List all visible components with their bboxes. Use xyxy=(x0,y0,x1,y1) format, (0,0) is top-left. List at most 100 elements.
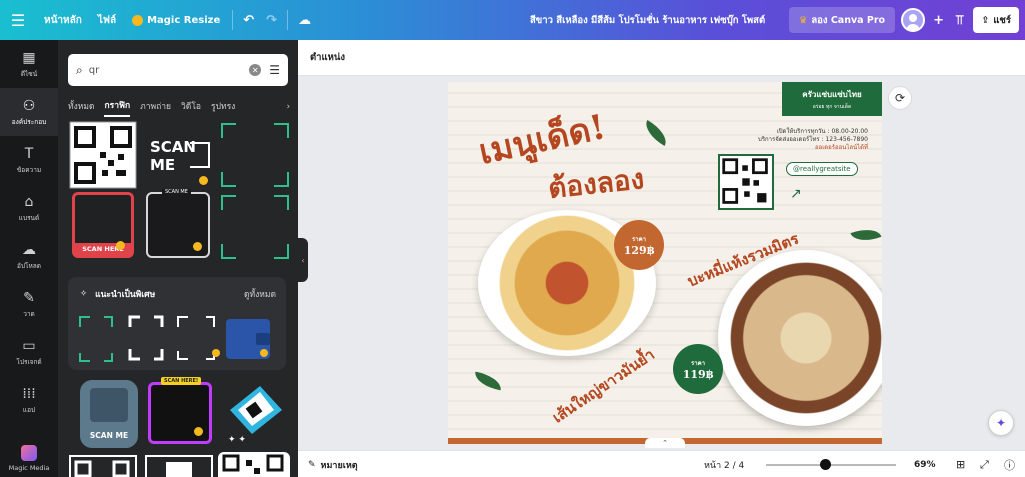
tab-shapes[interactable]: รูปทรง xyxy=(211,99,235,116)
tab-graphics[interactable]: กราฟิก xyxy=(104,98,131,117)
graphic-tile[interactable]: ✦ ✦ xyxy=(220,380,290,448)
rail-item-brand[interactable]: ⌂ แบรนด์ xyxy=(0,184,58,232)
crown-icon: ♛ xyxy=(798,14,808,26)
opening-hours: เปิดให้บริการทุกวัน : 08.00-20.00 xyxy=(776,128,868,135)
brand-icon: ⌂ xyxy=(24,193,34,210)
try-pro-button[interactable]: ♛ ลอง Canva Pro xyxy=(788,7,896,33)
magic-assistant-button[interactable]: ✦ xyxy=(988,410,1014,436)
undo-icon[interactable]: ↶ xyxy=(237,0,260,40)
rail-item-magic-media[interactable]: Magic Media xyxy=(0,439,58,477)
graphic-tile[interactable]: SCAN HERE! xyxy=(148,377,212,444)
crown-icon xyxy=(193,242,202,251)
topbar-right: ♛ ลอง Canva Pro + ⫪ ⇪ แชร์ xyxy=(788,0,1019,40)
design-page[interactable]: ครัวแซ่บแซ่บไทย อร่อย ทุก จานเด็ด เมนูเด… xyxy=(448,82,882,444)
file-menu[interactable]: ไฟล์ xyxy=(90,0,124,40)
graphic-tile[interactable]: SCAN ME xyxy=(144,120,214,190)
filter-icon[interactable]: ☰ xyxy=(269,63,280,77)
tab-photos[interactable]: ภาพถ่าย xyxy=(140,99,171,116)
basil-leaf xyxy=(850,223,882,247)
add-collaborator-icon[interactable]: + xyxy=(931,0,946,40)
price-value: 119฿ xyxy=(682,367,714,381)
price-label: ราคา xyxy=(691,359,705,367)
redo-icon[interactable]: ↷ xyxy=(260,0,283,40)
rail-item-label: แบรนด์ xyxy=(18,213,40,222)
rail-item-apps[interactable]: ⁞⁞⁞ แอป xyxy=(0,376,58,424)
upload-icon: ☁ xyxy=(22,241,36,258)
notes-button[interactable]: ✎ หมายเหตุ xyxy=(308,451,358,477)
graphic-tile[interactable] xyxy=(218,452,290,477)
basil-leaf xyxy=(640,119,672,147)
graphic-tile[interactable]: SCAN ME xyxy=(146,189,210,258)
price-value: 129฿ xyxy=(623,243,655,257)
crown-icon xyxy=(194,427,203,436)
qr-code-icon xyxy=(718,154,774,210)
scan-here-label: SCAN HERE! xyxy=(161,377,202,385)
text-icon: T xyxy=(24,145,34,162)
store-info: เปิดให้บริการทุกวัน : 08.00-20.00 บริการ… xyxy=(748,128,868,152)
refresh-icon[interactable]: ⟳ xyxy=(888,86,912,110)
phone-scan-icon: ✦ ✦ xyxy=(228,386,282,445)
rail-item-label: Magic Media xyxy=(8,463,50,472)
price-label: ราคา xyxy=(632,235,646,243)
search-input[interactable]: ⌕ qr ✕ ☰ xyxy=(68,54,288,86)
fullscreen-icon[interactable]: ⤢ xyxy=(980,451,989,477)
upload-icon: ⇪ xyxy=(981,14,990,26)
toolbar-divider xyxy=(287,10,289,30)
qr-code-icon xyxy=(222,454,284,474)
share-button[interactable]: ⇪ แชร์ xyxy=(973,7,1019,33)
headline-try: ต้องลอง xyxy=(546,162,646,205)
rail-item-design[interactable]: ▦ ดีไซน์ xyxy=(0,40,58,88)
rail-item-upload[interactable]: ☁ อัปโหลด xyxy=(0,232,58,280)
elements-icon: ⚇ xyxy=(22,97,36,114)
rail-item-draw[interactable]: ✎ วาด xyxy=(0,280,58,328)
magic-resize-button[interactable]: Magic Resize xyxy=(124,0,228,40)
scan-me-label: SCAN ME xyxy=(162,189,191,195)
rail-item-label: ข้อความ xyxy=(16,165,42,174)
graphic-tile[interactable] xyxy=(144,452,214,477)
crown-icon xyxy=(132,14,144,26)
tab-videos[interactable]: วิดีโอ xyxy=(181,99,201,116)
noodle-bowl-photo xyxy=(718,250,882,426)
see-all-link[interactable]: ดูทั้งหมด xyxy=(244,287,276,301)
cloud-save-icon[interactable]: ☁ xyxy=(292,0,317,40)
rail-item-label: ดีไซน์ xyxy=(20,69,38,78)
rail-item-label: องค์ประกอบ xyxy=(11,117,47,126)
rail-item-elements[interactable]: ⚇ องค์ประกอบ xyxy=(0,88,58,136)
bottom-bar: ✎ หมายเหตุ หน้า 2 / 4 69% ⊞ ⤢ ⓘ xyxy=(298,450,1025,477)
page-tab[interactable]: ⌃ xyxy=(645,438,685,448)
delivery-phone: บริการจัดส่งออเดอร์โทร : 123-456-7890 xyxy=(758,136,868,143)
order-online: ออเดอร์ออนไลน์ได้ที่ xyxy=(815,144,868,151)
graphic-tile[interactable] xyxy=(218,120,292,190)
corner-frames-row xyxy=(79,315,270,362)
graphic-tile[interactable] xyxy=(218,192,292,262)
notes-icon: ✎ xyxy=(308,459,316,470)
search-value[interactable]: qr xyxy=(89,65,250,76)
position-button[interactable]: ตำแหน่ง xyxy=(310,50,345,65)
crown-icon xyxy=(199,176,208,185)
zoom-slider-thumb[interactable] xyxy=(820,459,832,470)
graphic-tile[interactable] xyxy=(68,452,138,477)
hamburger-icon[interactable]: ☰ xyxy=(0,0,36,40)
qr-code-icon xyxy=(90,388,128,422)
zoom-level[interactable]: 69% xyxy=(914,451,936,477)
page-indicator[interactable]: หน้า 2 / 4 xyxy=(704,451,744,477)
avatar[interactable] xyxy=(901,8,926,32)
clear-icon[interactable]: ✕ xyxy=(249,64,262,76)
rail-item-text[interactable]: T ข้อความ xyxy=(0,136,58,184)
graphic-tile[interactable]: SCAN ME xyxy=(80,380,138,448)
rail-item-label: แอป xyxy=(22,405,36,414)
home-menu[interactable]: หน้าหลัก xyxy=(36,0,90,40)
category-tabs: ทั้งหมด กราฟิก ภาพถ่าย วิดีโอ รูปทรง › xyxy=(68,98,290,117)
tab-all[interactable]: ทั้งหมด xyxy=(68,99,94,116)
graphic-tile[interactable] xyxy=(68,120,138,190)
bar-chart-icon[interactable]: ⫪ xyxy=(952,0,967,40)
collapse-panel-handle[interactable]: ‹ xyxy=(298,238,308,282)
graphic-tile[interactable]: SCAN HERE xyxy=(72,192,134,258)
help-icon[interactable]: ⓘ xyxy=(1004,451,1015,477)
top-bar: ☰ หน้าหลัก ไฟล์ Magic Resize ↶ ↷ ☁ สีขาว… xyxy=(0,0,1025,40)
document-title[interactable]: สีขาว สีเหลือง มีสีส้ม โปรโมชั่น ร้านอาห… xyxy=(530,0,765,40)
featured-section: ✧ แนะนำเป็นพิเศษ ดูทั้งหมด xyxy=(68,277,286,370)
rail-item-projects[interactable]: ▭ โปรเจกต์ xyxy=(0,328,58,376)
grid-view-icon[interactable]: ⊞ xyxy=(956,451,965,477)
chevron-right-icon[interactable]: › xyxy=(287,102,290,112)
